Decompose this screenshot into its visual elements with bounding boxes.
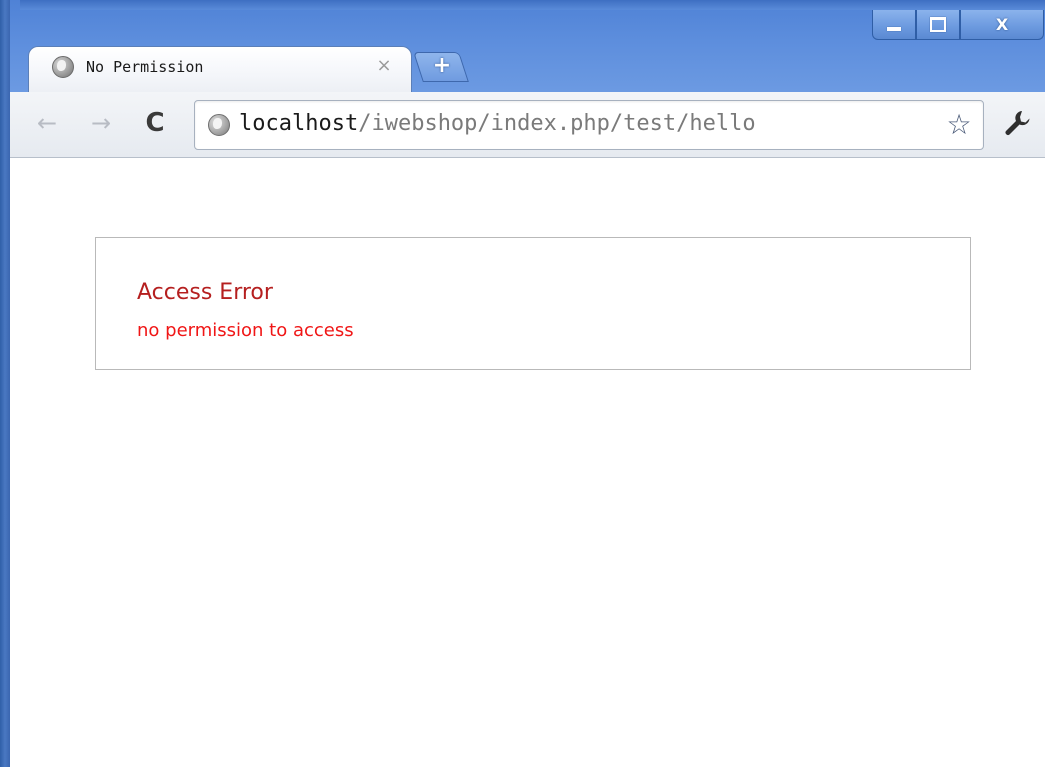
page-content: Access Error no permission to access [10, 158, 1045, 767]
toolbar: ← → C localhost/iwebshop/index.php/test/… [10, 92, 1045, 158]
window-controls: X [872, 10, 1044, 40]
back-button[interactable]: ← [30, 106, 64, 140]
tab-title: No Permission [86, 58, 204, 76]
maximize-button[interactable] [916, 10, 960, 40]
globe-icon [52, 56, 74, 78]
tab-close-button[interactable]: × [374, 56, 394, 76]
close-window-button[interactable]: X [960, 10, 1044, 40]
address-url[interactable]: localhost/iwebshop/index.php/test/hello [239, 111, 756, 136]
error-message: no permission to access [137, 320, 354, 341]
plus-icon[interactable]: + [427, 51, 457, 81]
minimize-button[interactable] [872, 10, 916, 40]
close-icon: X [995, 15, 1009, 34]
minimize-icon [887, 26, 901, 31]
tab-no-permission[interactable]: No Permission × [28, 46, 412, 94]
bookmark-star-icon[interactable]: ☆ [943, 109, 975, 141]
title-bar-highlight [20, 0, 1045, 10]
wrench-icon[interactable] [1000, 106, 1034, 140]
error-title: Access Error [137, 280, 273, 305]
window-frame-left [0, 0, 10, 767]
address-bar[interactable]: localhost/iwebshop/index.php/test/hello … [194, 100, 984, 150]
url-path: /iwebshop/index.php/test/hello [358, 111, 756, 136]
reload-button[interactable]: C [138, 106, 172, 140]
forward-button[interactable]: → [84, 106, 118, 140]
maximize-icon [930, 17, 946, 32]
globe-icon [208, 114, 230, 136]
error-box: Access Error no permission to access [95, 237, 971, 370]
url-host: localhost [239, 111, 359, 136]
browser-window: X No Permission × + ← → C localhost/iweb… [0, 0, 1045, 767]
